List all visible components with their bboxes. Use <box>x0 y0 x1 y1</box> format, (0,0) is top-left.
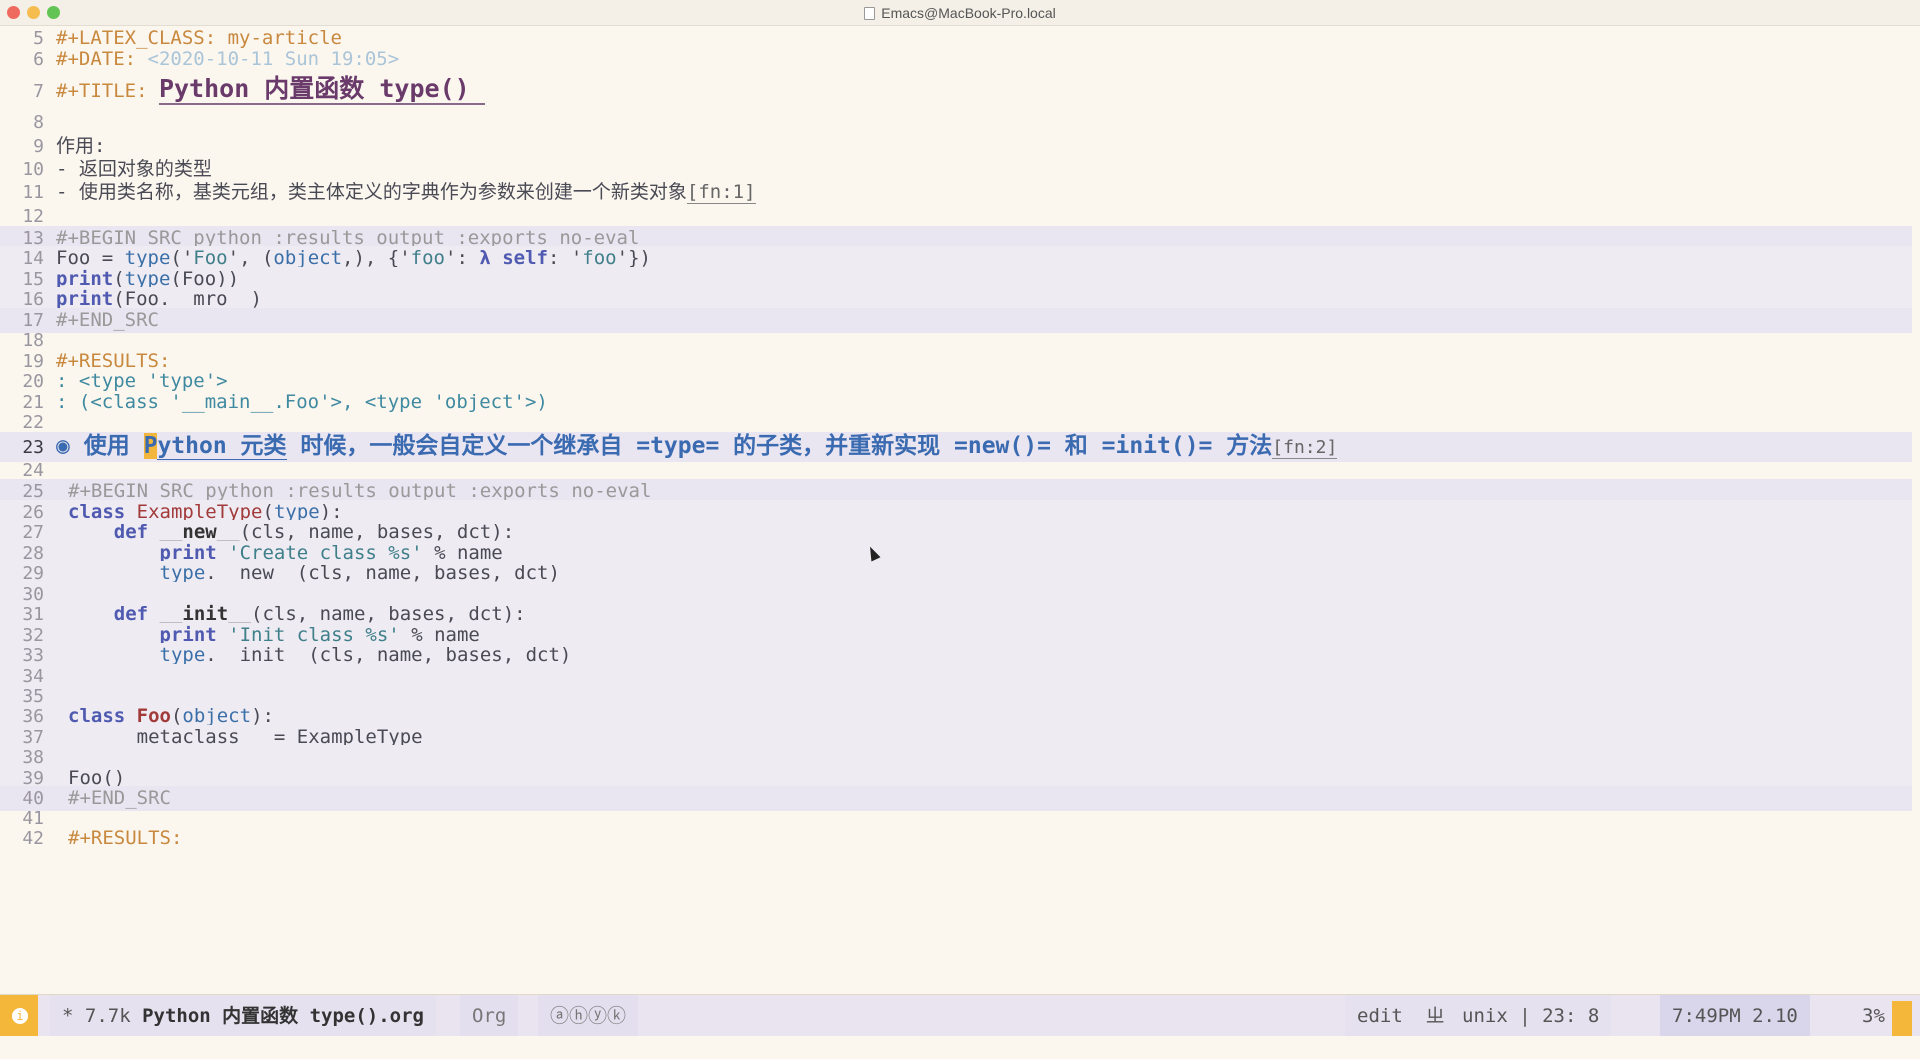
headline-bullet-icon: ◉ <box>56 433 70 459</box>
code-token: (cls, name, bases, dct): <box>251 603 526 625</box>
timestamp[interactable]: <2020-10-11 Sun 19:05> <box>148 48 400 70</box>
buffer-line[interactable]: 11 - 使用类名称，基类元组，类主体定义的字典作为参数来创建一个新类对象[fn:… <box>0 180 1912 205</box>
buffer-line[interactable]: 9 作用: <box>0 134 1912 159</box>
scroll-indicator[interactable] <box>1892 1001 1912 1037</box>
code-token: Foo <box>193 247 228 269</box>
line-number: 23 <box>22 437 44 458</box>
code-token: (' <box>170 247 194 269</box>
window-title-text: Emacs@MacBook-Pro.local <box>881 5 1056 21</box>
code-token: (Foo.__mro__) <box>113 288 262 310</box>
title-bar: Emacs@MacBook-Pro.local <box>0 0 1920 26</box>
code-token: foo <box>410 247 445 269</box>
code-token: type <box>124 247 171 269</box>
status-indicator[interactable]: i <box>0 995 38 1037</box>
buffer-percent: 3% <box>1862 1005 1885 1027</box>
code-token: __new__ <box>159 521 240 543</box>
cursor-position: unix | 23: 8 <box>1450 995 1612 1037</box>
clock-load: 7:49PM 2.10 <box>1660 995 1810 1037</box>
buffer-line[interactable]: 8 <box>0 110 1912 135</box>
buffer-line[interactable]: 42 #+RESULTS: <box>0 826 1912 851</box>
editor-buffer[interactable]: 5 #+LATEX_CLASS: my-article 6 #+DATE: <202… <box>0 26 1920 994</box>
code-token: ,), {' <box>342 247 411 269</box>
keyword: #+DATE: <box>56 48 148 70</box>
line-text: #+TITLE: Python 内置函数 type() <box>56 74 485 105</box>
code-token: object <box>182 705 252 727</box>
buffer-line[interactable]: 10 - 返回对象的类型 <box>0 157 1912 182</box>
code-token: ': <box>445 247 480 269</box>
headline[interactable]: ◉ 使用 Python 元类 时候，一般会自定义一个继承自 =type= 的子类… <box>56 433 1338 460</box>
code-token: λ self <box>479 247 548 269</box>
document-title: Python 内置函数 type() <box>158 74 485 105</box>
headline-text: 时候，一般会自定义一个继承自 =type= 的子类，并重新实现 =new()= … <box>286 433 1273 459</box>
code-token: ( <box>170 705 183 727</box>
info-icon: i <box>12 1008 28 1024</box>
code-token: ', ( <box>227 247 274 269</box>
line-number: 11 <box>22 182 44 203</box>
code-token: __init__ <box>159 603 252 625</box>
buffer-line[interactable]: 6 #+DATE: <2020-10-11 Sun 19:05> <box>0 47 1912 72</box>
code-token: type <box>68 644 206 666</box>
code-token: : ' <box>547 247 583 269</box>
buffer-filename: Python 内置函数 type().org <box>142 1005 424 1027</box>
code-token: class <box>68 705 137 727</box>
line-text-content: - 使用类名称，基类元组，类主体定义的字典作为参数来创建一个新类对象 <box>56 181 687 203</box>
keyword: #+TITLE: <box>56 80 159 102</box>
line-number: 9 <box>33 136 44 157</box>
line-text: - 返回对象的类型 <box>56 158 212 180</box>
code-token: foo <box>582 247 617 269</box>
code-token: .__init__(cls, name, bases, dct) <box>205 644 572 666</box>
code-token: type <box>68 562 206 584</box>
headline-text: ython 元类 <box>157 433 287 460</box>
echo-area[interactable] <box>0 1036 1920 1059</box>
code-token: Foo <box>136 705 171 727</box>
document-icon <box>864 7 876 20</box>
line-text: 作用: <box>56 135 106 157</box>
results-keyword: #+RESULTS: <box>68 827 183 849</box>
encoding-icon: ㄓ <box>1425 1005 1445 1027</box>
code-token: .__new__(cls, name, bases, dct) <box>205 562 560 584</box>
line-text: #+DATE: <2020-10-11 Sun 19:05> <box>56 47 399 72</box>
text-cursor: P <box>143 433 158 459</box>
footnote-link[interactable]: [fn:2] <box>1272 437 1338 459</box>
headline-text: 使用 <box>83 433 144 459</box>
line-number: 42 <box>22 828 44 849</box>
edit-state-text: edit <box>1357 1005 1403 1027</box>
code-token: object <box>273 247 343 269</box>
line-number: 8 <box>33 112 44 133</box>
major-mode[interactable]: Org <box>460 995 519 1037</box>
window-title: Emacs@MacBook-Pro.local <box>0 5 1920 21</box>
code-token: Foo = <box>56 247 125 269</box>
buffer-size: * 7.7k <box>62 1005 143 1027</box>
code-token: print <box>56 288 114 310</box>
code-token: '}) <box>616 247 651 269</box>
footnote-link[interactable]: [fn:1] <box>686 181 756 204</box>
line-number: 6 <box>33 49 44 70</box>
code-token: (cls, name, bases, dct): <box>239 521 515 543</box>
mode-line: i * 7.7k Python 内置函数 type().org Org ⓐⓗⓨⓚ… <box>0 994 1920 1037</box>
buffer-name[interactable]: * 7.7k Python 内置函数 type().org <box>50 995 436 1037</box>
edit-state: edit ㄓ <box>1345 995 1457 1037</box>
buffer-line[interactable]: 7 #+TITLE: Python 内置函数 type() <box>0 74 1912 106</box>
line-number: 7 <box>33 81 44 102</box>
line-text: - 使用类名称，基类元组，类主体定义的字典作为参数来创建一个新类对象[fn:1] <box>56 180 756 205</box>
code-token: def <box>68 521 160 543</box>
minor-modes[interactable]: ⓐⓗⓨⓚ <box>538 995 639 1037</box>
line-number: 10 <box>22 159 44 180</box>
code-token: ): <box>251 705 274 727</box>
code-token: def <box>68 603 160 625</box>
